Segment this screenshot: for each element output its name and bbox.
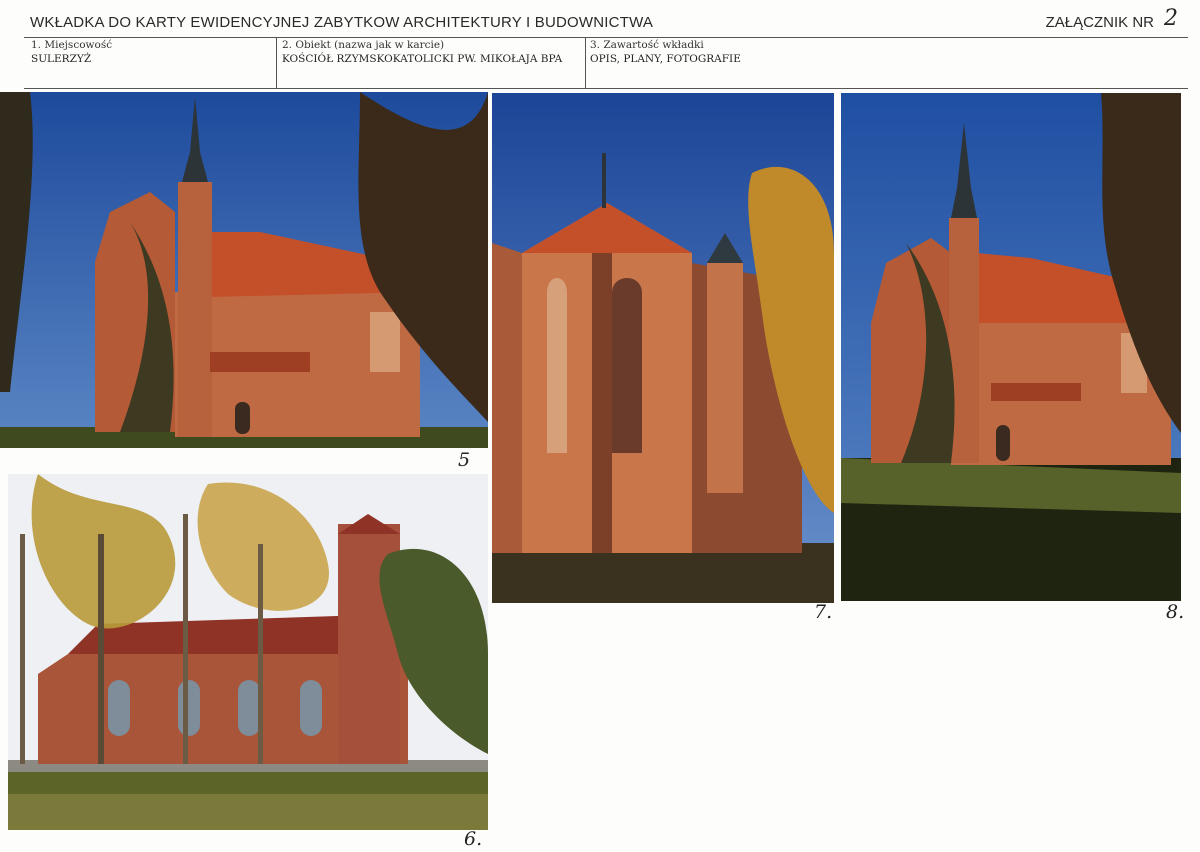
header-top-rule [24,37,1188,38]
field-divider-2 [585,38,586,88]
field-1-value: SULERZYŻ [31,53,92,65]
photo-5-number: 5 [458,449,471,471]
header-bottom-rule [24,88,1188,89]
photo-7-number: 7. [814,601,833,623]
photo-6-church-side-view [8,474,488,830]
field-divider-1 [276,38,277,88]
field-2-label: 2. Obiekt (nazwa jak w karcie) [282,39,445,51]
photo-8-number: 8. [1166,601,1185,623]
field-2-value: KOŚCIÓŁ RZYMSKOKATOLICKI PW. MIKOŁAJA BP… [282,53,563,65]
page-title: WKŁADKA DO KARTY EWIDENCYJNEJ ZABYTKOW A… [30,14,654,31]
photo-7-church-apse-view [492,93,834,603]
annex-label: ZAŁĄCZNIK NR [1045,14,1154,31]
annex-number: 2 [1164,6,1178,31]
photo-8-church-west-view [841,93,1181,601]
field-1-label: 1. Miejscowość [31,39,113,51]
field-3-value: OPIS, PLANY, FOTOGRAFIE [590,53,741,65]
photo-5-church-west-view [0,92,488,448]
field-3-label: 3. Zawartość wkładki [590,39,704,51]
photo-6-number: 6. [464,828,483,850]
